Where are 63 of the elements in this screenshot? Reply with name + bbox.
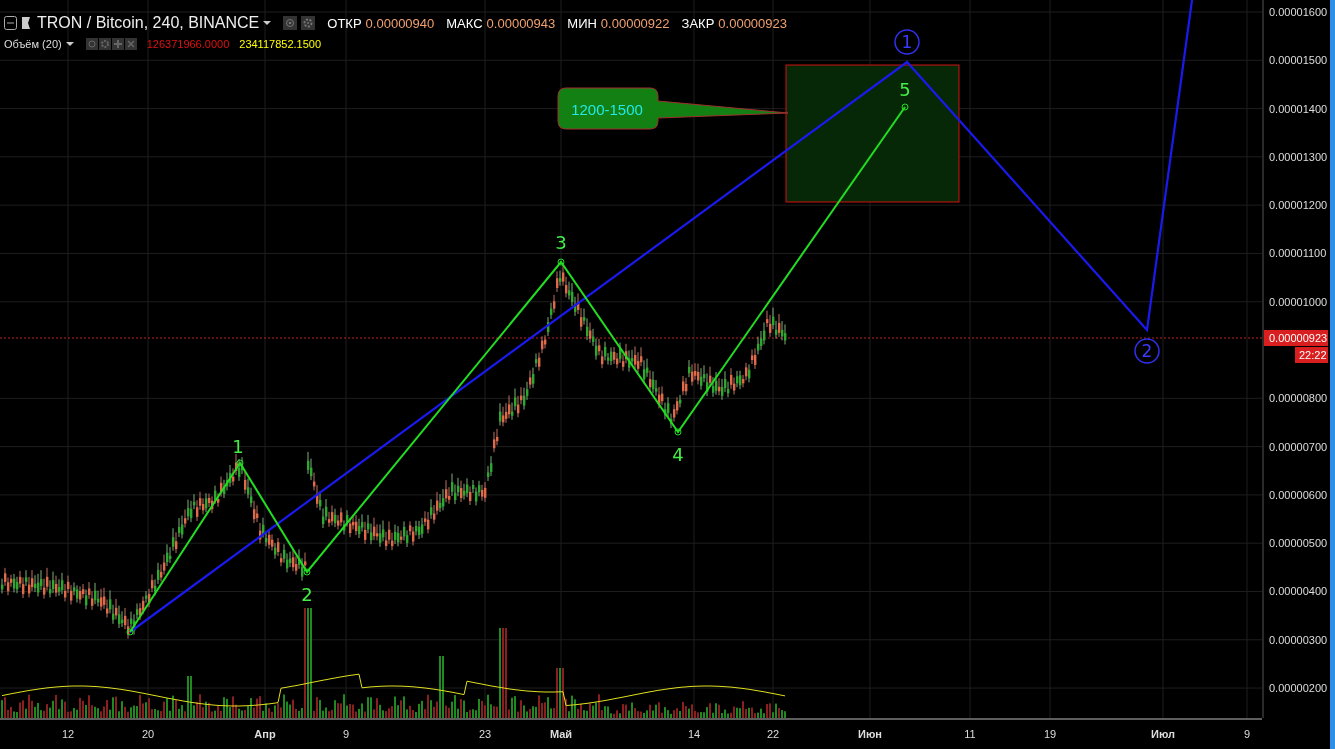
ohlc-value: 0.00000940	[365, 15, 435, 31]
wave-point-marker	[236, 459, 244, 467]
price-label: 0.00001600	[1269, 6, 1328, 18]
time-label: Май	[549, 728, 573, 740]
ohlc-label: ЗАКР	[681, 15, 715, 31]
ohlc-label: МАКС	[446, 15, 483, 31]
wave-label: 3	[555, 232, 567, 253]
ohlc-value: 0.00000923	[718, 15, 787, 31]
price-label: 0.00000800	[1269, 392, 1328, 405]
time-label: Апр	[254, 728, 276, 740]
price-label: 0.00000200	[1269, 682, 1328, 695]
wave-label: 1	[232, 436, 244, 457]
price-label: 0.00000700	[1269, 440, 1328, 453]
ohlc-label: ОТКР	[327, 15, 362, 31]
price-label: 0.00000500	[1269, 537, 1328, 550]
ohlc-value: 0.00000943	[486, 15, 556, 31]
ohlc-value: 0.00000922	[600, 15, 670, 31]
time-label: Июл	[1151, 728, 1175, 740]
eye-icon[interactable]	[283, 16, 298, 30]
price-label: 0.00001000	[1269, 295, 1328, 308]
wave-circle-marker	[1134, 338, 1160, 364]
symbol-title[interactable]: TRON / Bitcoin, 240, BINANCE	[37, 14, 260, 32]
wave-point-marker	[901, 103, 909, 111]
price-label: 0.00001500	[1269, 54, 1328, 67]
price-label: 0.00001400	[1269, 102, 1328, 115]
time-label: Июн	[858, 728, 882, 740]
volume-value: 126371966.0000	[146, 38, 230, 50]
wave-point-marker	[126, 628, 134, 636]
countdown-tag: 22:22	[1295, 347, 1328, 363]
time-label: 11	[964, 728, 976, 740]
wave-label: 1	[901, 32, 913, 52]
wave-label: 2	[1141, 341, 1153, 361]
price-label: 0.00001300	[1269, 150, 1328, 163]
time-label: 22	[766, 728, 780, 740]
time-label: 20	[141, 728, 155, 740]
price-label: 0.00001200	[1269, 199, 1328, 212]
time-label: 23	[478, 728, 492, 740]
price-label: 0.00001100	[1269, 247, 1327, 260]
volume-value: 234117852.1500	[239, 38, 322, 50]
time-label: 9	[342, 728, 350, 740]
caret-icon[interactable]	[263, 20, 272, 26]
time-label: 12	[61, 728, 75, 740]
ohlc-label: МИН	[567, 15, 597, 31]
time-label: 19	[1043, 728, 1057, 740]
caret-icon[interactable]	[65, 41, 74, 47]
wave-label: 5	[899, 79, 911, 100]
time-label: 14	[687, 728, 701, 740]
flag-icon	[21, 16, 31, 30]
wave-label: 4	[672, 444, 684, 465]
gear-icon[interactable]	[301, 16, 316, 30]
wave-point-marker	[674, 428, 682, 436]
wave-circle-marker	[894, 29, 920, 55]
price-label: 0.00000400	[1269, 585, 1328, 598]
wave-point-marker	[303, 568, 311, 576]
wave-point-marker	[557, 258, 565, 266]
wave-label: 2	[301, 584, 313, 605]
price-label: 0.00000300	[1269, 633, 1328, 646]
last-price-tag: 0.00000923	[1264, 330, 1328, 346]
collapse-icon[interactable]	[4, 16, 17, 30]
volume-indicator-title[interactable]: Объём (20)	[4, 38, 62, 50]
price-label: 0.00000600	[1269, 488, 1328, 501]
callout-text: 1200-1500	[571, 101, 643, 118]
time-label: 9	[1243, 728, 1251, 740]
